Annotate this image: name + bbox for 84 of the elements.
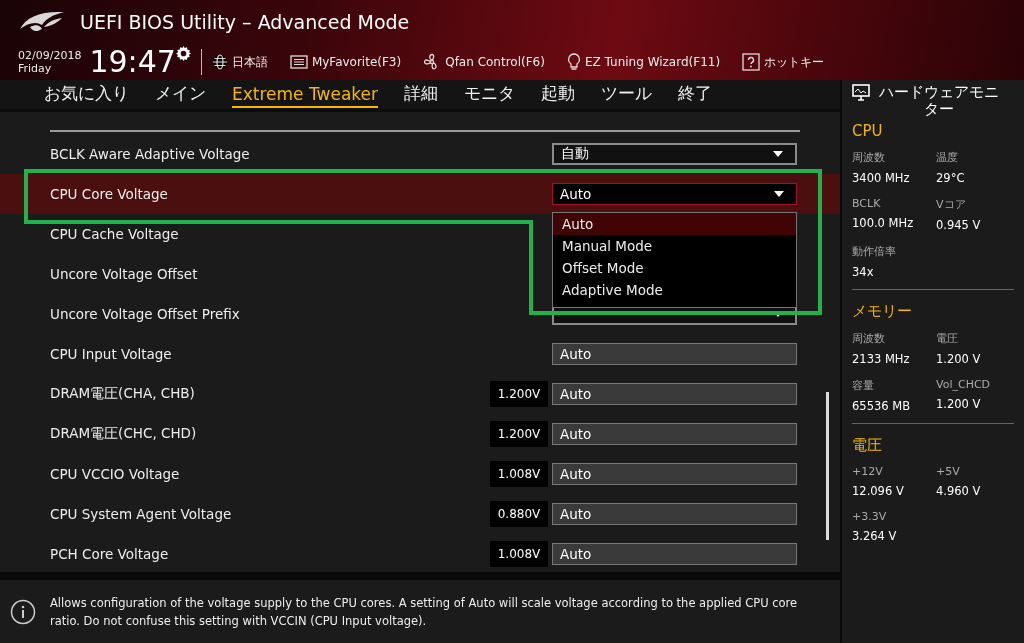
dropdown-option[interactable]: Auto — [553, 213, 796, 236]
globe-icon — [211, 54, 228, 70]
monitor-value: 4.960 V — [936, 484, 982, 498]
voltage-reading: 1.200V — [490, 421, 548, 448]
setting-label[interactable]: DRAM電圧(CHA, CHB) — [50, 385, 195, 404]
monitor-value: 34x — [852, 265, 875, 279]
monitor-value: 65536 MB — [852, 399, 912, 413]
help-text: Allows configuration of the voltage supply to the CPU cores. A setting of Auto will scale voltage according to the applied CPU core ratio. Do not confuse this setting with VCCIN (CPU Input voltage). — [50, 594, 799, 630]
monitor-value: 3.264 V — [852, 529, 898, 543]
toolbar-button[interactable]: EZ Tuning Wizard(F11) — [566, 53, 721, 71]
settings-icon[interactable] — [175, 46, 191, 61]
dropdown-option[interactable]: Adaptive Mode — [553, 279, 796, 302]
setting-label: CPU Core Voltage — [50, 186, 168, 203]
voltage-reading: 1.200V — [490, 381, 548, 408]
value-field[interactable]: Auto — [552, 423, 797, 446]
lightbulb-icon — [566, 53, 581, 71]
menu-tab[interactable]: メイン — [155, 80, 206, 110]
scrollbar-thumb[interactable] — [826, 392, 829, 541]
voltage-reading: 0.880V — [490, 501, 548, 528]
toolbar-button[interactable]: Qfan Control(F6) — [423, 53, 545, 71]
toolbar-button[interactable]: MyFavorite(F3) — [289, 55, 402, 69]
window-title: UEFI BIOS Utility – Advanced Mode — [80, 11, 410, 33]
menu-tab[interactable]: モニタ — [464, 80, 515, 110]
caret-icon — [773, 151, 783, 158]
menu-tab[interactable]: ツール — [601, 80, 652, 110]
value-field[interactable]: Auto — [552, 343, 797, 366]
panel-title: ハードウェアモニター — [878, 84, 1000, 118]
voltage-reading: 1.008V — [490, 541, 548, 568]
date-text: 02/09/2018 — [18, 49, 82, 62]
list-icon — [289, 55, 308, 69]
monitor-value: 1.200 V — [936, 352, 982, 366]
monitor-label: BCLK — [852, 197, 882, 210]
monitor-value: 12.096 V — [852, 484, 905, 498]
monitor-label: +3.3V — [852, 510, 888, 523]
monitor-value: 3400 MHz — [852, 171, 911, 185]
monitor-value: 100.0 MHz — [852, 216, 915, 230]
toolbar-button[interactable]: ホットキー — [742, 53, 825, 71]
setting-label[interactable]: PCH Core Voltage — [50, 546, 169, 563]
question-icon — [742, 53, 761, 71]
monitor-label: 温度 — [936, 150, 959, 165]
value-field[interactable]: Auto — [552, 383, 797, 406]
monitor-label: 容量 — [852, 378, 875, 393]
menu-tab[interactable]: 詳細 — [404, 80, 438, 110]
info-icon — [10, 598, 36, 625]
monitor-value: 1.200 V — [936, 397, 982, 411]
value-field[interactable]: Auto — [552, 463, 797, 486]
monitor-label: 電圧 — [936, 331, 959, 346]
menu-tab[interactable]: 起動 — [541, 80, 575, 110]
monitor-label: 動作倍率 — [852, 244, 897, 259]
value-field[interactable]: Auto — [552, 543, 797, 566]
day-text: Friday — [18, 62, 53, 75]
dropdown-select[interactable]: Auto — [552, 183, 797, 206]
monitor-value: 29°C — [936, 171, 966, 185]
monitor-label: 周波数 — [852, 150, 886, 165]
setting-label[interactable]: DRAM電圧(CHC, CHD) — [50, 425, 197, 444]
monitor-icon — [852, 84, 870, 101]
dropdown-option[interactable]: Offset Mode — [553, 257, 796, 280]
monitor-label: Vコア — [936, 197, 967, 212]
section-title: CPU — [852, 122, 884, 140]
menu-tab[interactable]: お気に入り — [44, 80, 129, 110]
clock-time: 19:47 — [89, 47, 176, 77]
monitor-label: Vol_CHCD — [936, 378, 992, 391]
menu-tab[interactable]: Extreme Tweaker — [232, 81, 378, 108]
dropdown-option[interactable]: Manual Mode — [553, 235, 796, 258]
section-title: 電圧 — [852, 436, 883, 455]
setting-label[interactable]: BCLK Aware Adaptive Voltage — [50, 146, 250, 163]
setting-label[interactable]: CPU VCCIO Voltage — [50, 466, 180, 483]
monitor-label: +12V — [852, 465, 884, 478]
monitor-label: +5V — [936, 465, 961, 478]
setting-label[interactable]: CPU Cache Voltage — [50, 226, 179, 243]
monitor-value: 2133 MHz — [852, 352, 911, 366]
setting-label[interactable]: CPU Input Voltage — [50, 346, 172, 363]
value-field[interactable]: Auto — [552, 503, 797, 526]
menu-tab[interactable]: 終了 — [678, 80, 712, 110]
toolbar-button[interactable]: 日本語 — [211, 53, 268, 71]
voltage-reading: 1.008V — [490, 461, 548, 488]
section-title: メモリー — [852, 302, 913, 321]
setting-label[interactable]: CPU System Agent Voltage — [50, 506, 232, 523]
monitor-value: 0.945 V — [936, 218, 982, 232]
caret-icon — [774, 191, 784, 198]
dropdown-select[interactable]: 自動 — [552, 143, 797, 166]
setting-label[interactable]: Uncore Voltage Offset — [50, 266, 198, 283]
monitor-label: 周波数 — [852, 331, 886, 346]
setting-label[interactable]: Uncore Voltage Offset Prefix — [50, 306, 240, 323]
